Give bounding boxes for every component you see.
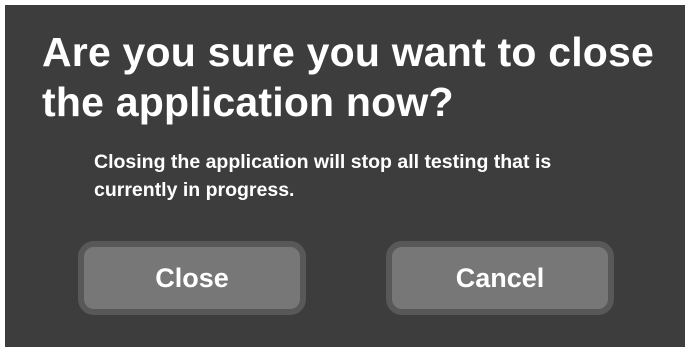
- close-button[interactable]: Close: [78, 241, 306, 315]
- dialog-title: Are you sure you want to close the appli…: [42, 29, 655, 125]
- close-confirmation-dialog: Are you sure you want to close the appli…: [5, 5, 685, 347]
- dialog-message: Closing the application will stop all te…: [94, 151, 552, 201]
- cancel-button[interactable]: Cancel: [386, 241, 614, 315]
